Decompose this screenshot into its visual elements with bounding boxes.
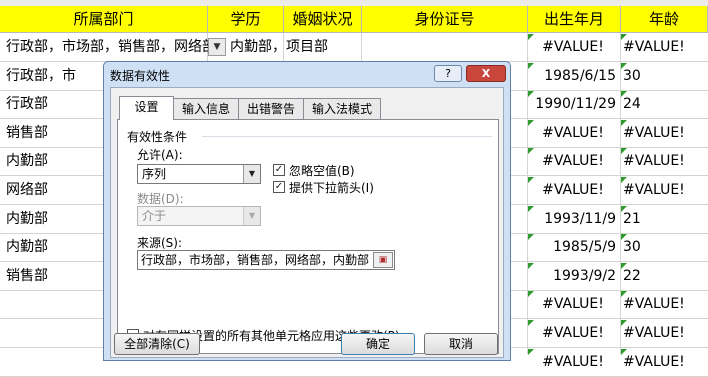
error-indicator [528, 148, 534, 154]
error-indicator [621, 349, 627, 355]
error-indicator [621, 263, 627, 269]
source-label: 来源(S): [137, 236, 183, 250]
tab-settings[interactable]: 设置 [119, 96, 174, 120]
cell-birth[interactable]: 1985/5/9 [530, 233, 616, 261]
ignore-blank-checkbox[interactable]: ✓ [273, 164, 285, 176]
cell-age[interactable]: #VALUE! [623, 33, 707, 61]
cell-birth[interactable]: #VALUE! [530, 176, 616, 204]
data-select: 介于 ▼ [137, 206, 261, 226]
gridline [620, 33, 621, 354]
close-button[interactable]: X [466, 65, 506, 82]
help-button[interactable]: ? [434, 65, 462, 82]
cell-age[interactable]: 24 [623, 90, 707, 118]
header-marital[interactable]: 婚姻状况 [284, 6, 362, 33]
error-indicator [621, 63, 627, 69]
ignore-blank-label[interactable]: 忽略空值(B) [289, 162, 355, 179]
cell-age[interactable]: #VALUE! [623, 176, 707, 204]
cell-dept[interactable]: 行政部，市场部，销售部，网络部，内勤部，项目部 [6, 33, 406, 61]
error-indicator [621, 148, 627, 154]
clear-all-button[interactable]: 全部清除(C) [114, 333, 200, 355]
chevron-down-icon: ▼ [243, 207, 260, 225]
error-indicator [528, 234, 534, 240]
data-validation-dialog: 数据有效性 ? X 设置 输入信息 出错警告 输入法模式 有效性条件 允许(A)… [103, 61, 511, 361]
tab-error-alert[interactable]: 出错警告 [238, 98, 304, 119]
error-indicator [528, 63, 534, 69]
cell-age[interactable]: 22 [623, 262, 707, 290]
cell-birth[interactable]: #VALUE! [530, 147, 616, 175]
error-indicator [621, 120, 627, 126]
error-indicator [528, 91, 534, 97]
cell-birth[interactable]: 1993/11/9 [530, 205, 616, 233]
cell-age[interactable]: #VALUE! [623, 348, 707, 376]
cell-age[interactable]: 21 [623, 205, 707, 233]
allow-label: 允许(A): [137, 148, 183, 162]
data-label: 数据(D): [137, 192, 184, 206]
tab-input-message[interactable]: 输入信息 [173, 98, 239, 119]
error-indicator [621, 177, 627, 183]
cell-birth[interactable]: 1990/11/29 [530, 90, 616, 118]
cell-birth[interactable]: #VALUE! [530, 290, 616, 318]
ok-button[interactable]: 确定 [341, 333, 415, 355]
cancel-button[interactable]: 取消 [424, 333, 498, 355]
error-indicator [528, 34, 534, 40]
error-indicator [528, 177, 534, 183]
error-indicator [528, 206, 534, 212]
cell-birth[interactable]: 1993/9/2 [530, 262, 616, 290]
error-indicator [528, 320, 534, 326]
cell-age[interactable]: 30 [623, 62, 707, 90]
error-indicator [528, 120, 534, 126]
error-indicator [621, 34, 627, 40]
cell-birth[interactable]: #VALUE! [530, 348, 616, 376]
allow-select-value: 序列 [142, 167, 167, 181]
error-indicator [621, 206, 627, 212]
cell-birth[interactable]: #VALUE! [530, 119, 616, 147]
allow-select[interactable]: 序列 ▼ [137, 164, 261, 184]
section-title: 有效性条件 [127, 130, 188, 144]
range-picker-icon[interactable]: ▣ [373, 252, 393, 268]
cell-age[interactable]: #VALUE! [623, 319, 707, 347]
error-indicator [528, 349, 534, 355]
tab-ime-mode[interactable]: 输入法模式 [303, 98, 381, 119]
error-indicator [528, 263, 534, 269]
source-input[interactable]: 行政部，市场部，销售部，网络部，内勤部 [137, 250, 395, 270]
cell-dropdown-arrow[interactable]: ▼ [208, 38, 226, 56]
data-select-value: 介于 [142, 209, 167, 223]
divider [202, 136, 492, 137]
chevron-down-icon[interactable]: ▼ [243, 165, 260, 183]
header-idcard[interactable]: 身份证号 [362, 6, 528, 33]
error-indicator [528, 291, 534, 297]
cell-age[interactable]: #VALUE! [623, 119, 707, 147]
dropdown-checkbox[interactable]: ✓ [273, 181, 285, 193]
dialog-body: 设置 输入信息 出错警告 输入法模式 有效性条件 允许(A): 序列 ▼ ✓ 忽… [110, 87, 504, 358]
gridline [527, 33, 528, 354]
header-age[interactable]: 年龄 [621, 6, 708, 33]
error-indicator [621, 320, 627, 326]
cell-birth[interactable]: 1985/6/15 [530, 62, 616, 90]
dropdown-label[interactable]: 提供下拉箭头(I) [289, 179, 374, 196]
cell-age[interactable]: #VALUE! [623, 290, 707, 318]
cell-birth[interactable]: #VALUE! [530, 33, 616, 61]
error-indicator [621, 234, 627, 240]
header-dept[interactable]: 所属部门 [0, 6, 208, 33]
error-indicator [621, 291, 627, 297]
dialog-title: 数据有效性 [110, 69, 171, 83]
header-birth[interactable]: 出生年月 [528, 6, 621, 33]
header-edu[interactable]: 学历 [208, 6, 284, 33]
error-indicator [621, 91, 627, 97]
cell-age[interactable]: 30 [623, 233, 707, 261]
cell-age[interactable]: #VALUE! [623, 147, 707, 175]
cell-birth[interactable]: #VALUE! [530, 319, 616, 347]
settings-panel: 有效性条件 允许(A): 序列 ▼ ✓ 忽略空值(B) ✓ 提供下拉箭头(I) … [117, 119, 499, 354]
